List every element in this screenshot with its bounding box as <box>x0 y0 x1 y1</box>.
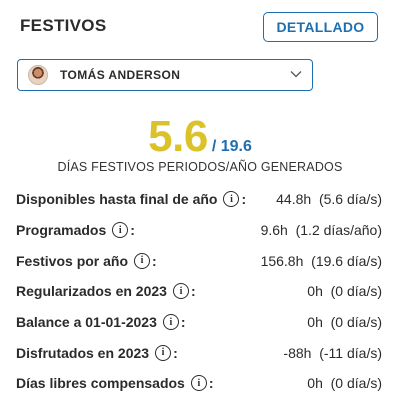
stat-row-compensated: Días libres compensados i: 0h (0 día/s) <box>16 368 382 399</box>
stat-label: Días libres compensados <box>16 375 185 392</box>
stat-hours: 156.8h <box>260 252 304 269</box>
info-icon[interactable]: i <box>112 222 129 239</box>
holiday-stats-list: Disponibles hasta final de año i: 44.8h … <box>16 184 382 399</box>
stat-label: Disponibles hasta final de año <box>16 191 218 208</box>
stat-row-per-year: Festivos por año i: 156.8h (19.6 día/s) <box>16 245 382 276</box>
info-icon[interactable]: i <box>134 252 151 269</box>
summary-caption: DÍAS FESTIVOS PERIODOS/AÑO GENERADOS <box>57 160 343 174</box>
stat-colon: : <box>173 344 178 361</box>
stat-row-enjoyed: Disfrutados en 2023 i: -88h (-11 día/s) <box>16 337 382 368</box>
stat-colon: : <box>208 375 214 392</box>
generated-days-value: 5.6 <box>148 112 208 161</box>
stat-label: Programados <box>16 222 107 239</box>
chevron-down-icon <box>290 71 302 78</box>
stat-hours: -88h <box>283 344 312 361</box>
total-days-value: / 19.6 <box>211 138 252 155</box>
stat-colon: : <box>152 252 157 269</box>
stat-hours: 44.8h <box>276 191 312 208</box>
info-icon[interactable]: i <box>155 344 172 361</box>
stat-colon: : <box>241 191 247 208</box>
stat-days: (0 día/s) <box>330 375 382 392</box>
employee-select-value: TOMÁS ANDERSON <box>60 68 181 82</box>
holiday-summary: 5.6/ 19.6 <box>0 112 400 162</box>
info-icon[interactable]: i <box>172 283 189 300</box>
stat-days: (0 día/s) <box>330 314 382 331</box>
stat-days: (5.6 día/s) <box>318 191 382 208</box>
stat-hours: 0h <box>307 283 323 300</box>
stat-days: (0 día/s) <box>330 283 382 300</box>
stat-days: (19.6 día/s) <box>311 252 382 269</box>
info-icon[interactable]: i <box>190 375 207 392</box>
stat-hours: 9.6h <box>260 222 288 239</box>
stat-colon: : <box>190 283 196 300</box>
page-title: FESTIVOS <box>20 16 107 35</box>
card-header: FESTIVOS DETALLADO <box>0 0 400 50</box>
stat-row-available: Disponibles hasta final de año i: 44.8h … <box>16 184 382 215</box>
avatar <box>28 65 48 85</box>
employee-select[interactable]: TOMÁS ANDERSON <box>17 59 313 91</box>
stat-label: Balance a 01-01-2023 <box>16 314 157 331</box>
info-icon[interactable]: i <box>162 314 179 331</box>
stat-row-scheduled: Programados i: 9.6h (1.2 días/año) <box>16 215 382 246</box>
stat-hours: 0h <box>307 314 323 331</box>
stat-label: Festivos por año <box>16 252 129 269</box>
stat-colon: : <box>130 222 135 239</box>
stat-label: Disfrutados en 2023 <box>16 344 150 361</box>
stat-days: (1.2 días/año) <box>295 222 382 239</box>
detailed-button[interactable]: DETALLADO <box>263 12 378 42</box>
stat-hours: 0h <box>307 375 323 392</box>
stat-colon: : <box>180 314 186 331</box>
info-icon[interactable]: i <box>223 191 240 208</box>
stat-days: (-11 día/s) <box>319 344 382 361</box>
stat-label: Regularizados en 2023 <box>16 283 167 300</box>
stat-row-balance: Balance a 01-01-2023 i: 0h (0 día/s) <box>16 307 382 338</box>
stat-row-regularized: Regularizados en 2023 i: 0h (0 día/s) <box>16 276 382 307</box>
